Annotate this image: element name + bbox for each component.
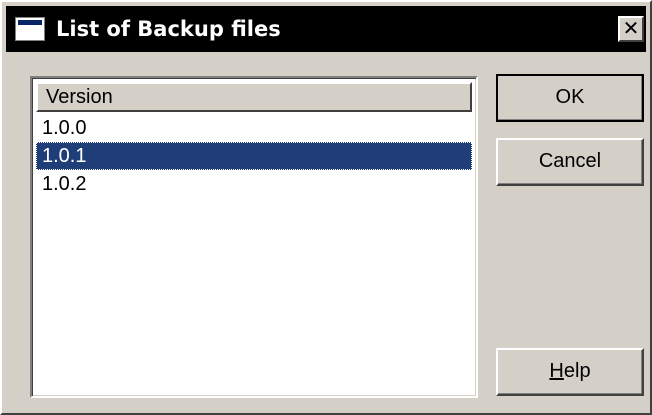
list-item[interactable]: 1.0.2 — [36, 170, 472, 198]
window-icon — [15, 17, 45, 41]
cancel-button[interactable]: Cancel — [496, 138, 644, 186]
list-item[interactable]: 1.0.0 — [36, 114, 472, 142]
ok-button[interactable]: OK — [496, 74, 644, 122]
help-mnemonic: H — [549, 360, 564, 382]
dialog-title: List of Backup files — [56, 17, 281, 41]
column-header-version[interactable]: Version — [36, 82, 472, 112]
list-item-selected[interactable]: 1.0.1 — [36, 142, 472, 170]
version-rows: 1.0.0 1.0.1 1.0.2 — [36, 114, 472, 198]
title-bar[interactable]: List of Backup files ✕ — [6, 6, 646, 52]
close-icon: ✕ — [622, 16, 640, 40]
close-button[interactable]: ✕ — [618, 16, 644, 42]
backup-files-dialog: List of Backup files ✕ Version 1.0.0 1.0… — [0, 0, 652, 415]
help-label-rest: elp — [563, 360, 591, 382]
help-button[interactable]: Help — [496, 348, 644, 396]
backup-version-list[interactable]: Version 1.0.0 1.0.1 1.0.2 — [30, 76, 478, 398]
